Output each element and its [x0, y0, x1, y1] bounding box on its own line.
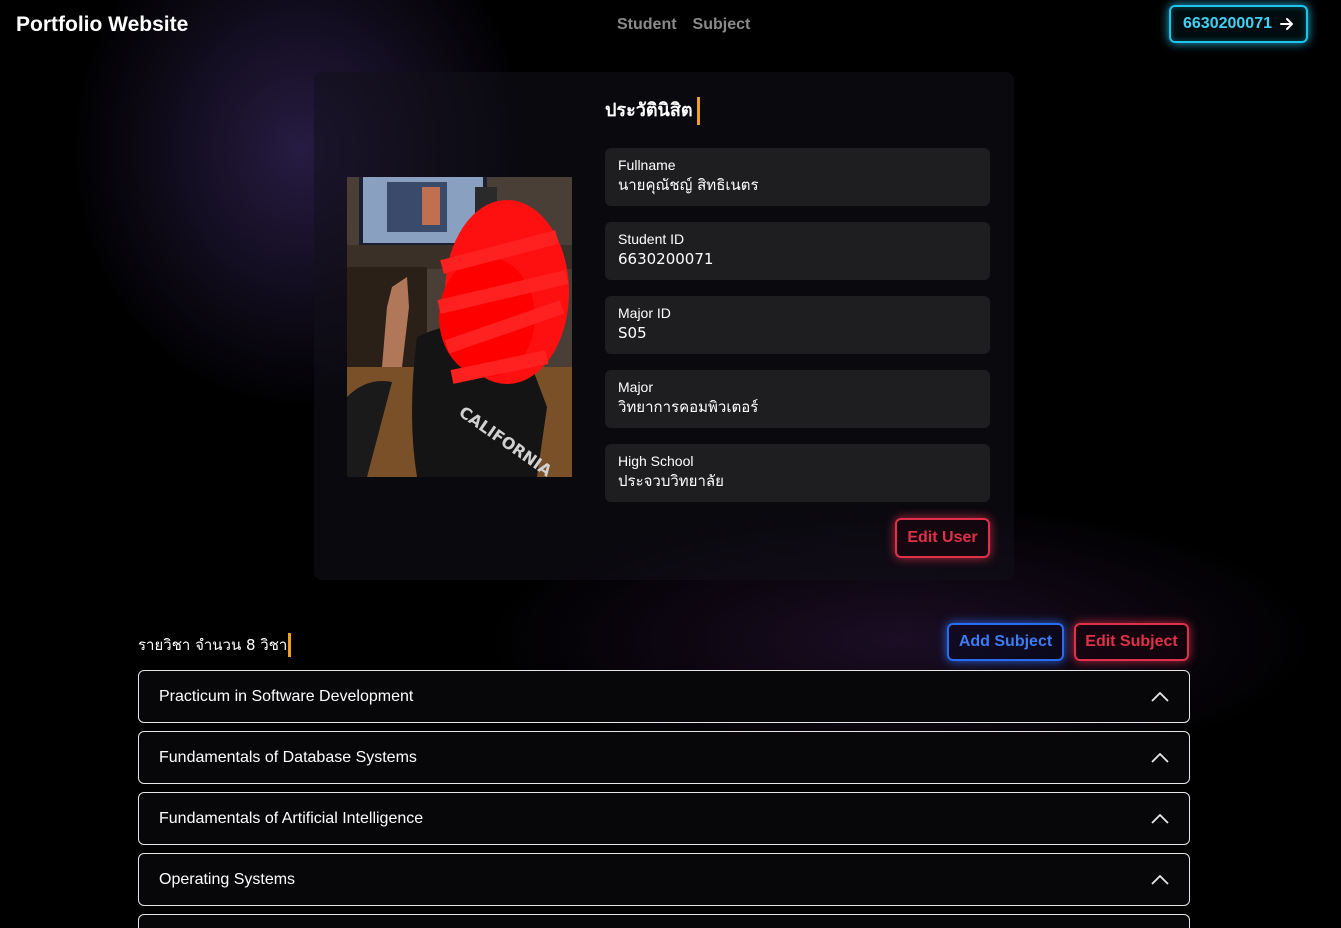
field-major-value: วิทยาการคอมพิวเตอร์: [618, 398, 759, 416]
field-fullname: Fullname นายคุณัชญ์ สิทธิเนตร: [605, 148, 990, 206]
chevron-up-icon[interactable]: [1151, 691, 1169, 702]
chevron-up-icon[interactable]: [1151, 813, 1169, 824]
subject-row[interactable]: Operating Systems: [138, 853, 1190, 906]
field-fullname-label: Fullname: [618, 157, 676, 173]
user-id-label: 6630200071: [1183, 15, 1272, 32]
field-major-id: Major ID S05: [605, 296, 990, 354]
field-student-id: Student ID 6630200071: [605, 222, 990, 280]
add-subject-button[interactable]: Add Subject: [947, 623, 1064, 661]
field-fullname-value: นายคุณัชญ์ สิทธิเนตร: [618, 176, 759, 194]
subject-row-partial[interactable]: [138, 914, 1190, 928]
subjects-title: รายวิชา จำนวน 8 วิชา: [138, 633, 292, 657]
brand-title[interactable]: Portfolio Website: [16, 13, 188, 37]
field-major-id-label: Major ID: [618, 305, 671, 321]
subject-name: Fundamentals of Artificial Intelligence: [159, 809, 424, 827]
field-major-id-value: S05: [618, 324, 647, 342]
field-major: Major วิทยาการคอมพิวเตอร์: [605, 370, 990, 428]
field-high-school: High School ประจวบวิทยาลัย: [605, 444, 990, 502]
profile-section-title: ประวัตินิสิต: [605, 97, 700, 125]
user-id-button[interactable]: 6630200071: [1169, 5, 1308, 43]
field-student-id-value: 6630200071: [618, 250, 714, 268]
edit-subject-button[interactable]: Edit Subject: [1074, 623, 1189, 661]
field-high-school-value: ประจวบวิทยาลัย: [618, 472, 724, 490]
nav-link-subject[interactable]: Subject: [693, 16, 751, 34]
edit-user-button[interactable]: Edit User: [895, 518, 990, 558]
page: Portfolio Website Student Subject 663020…: [0, 0, 1341, 928]
subject-row[interactable]: Fundamentals of Artificial Intelligence: [138, 792, 1190, 845]
subject-row[interactable]: Fundamentals of Database Systems: [138, 731, 1190, 784]
chevron-up-icon[interactable]: [1151, 752, 1169, 763]
nav-link-student[interactable]: Student: [617, 16, 677, 34]
field-high-school-label: High School: [618, 453, 694, 469]
subject-name: Operating Systems: [159, 870, 296, 888]
profile-photo: CALIFORNIA: [347, 177, 572, 477]
chevron-up-icon[interactable]: [1151, 874, 1169, 885]
field-student-id-label: Student ID: [618, 231, 685, 247]
subject-row[interactable]: Practicum in Software Development: [138, 670, 1190, 723]
nav-links: Student Subject: [617, 16, 750, 34]
arrow-right-icon: [1279, 18, 1293, 30]
subject-name: Fundamentals of Database Systems: [159, 748, 417, 766]
field-major-label: Major: [618, 379, 654, 395]
subject-name: Practicum in Software Development: [159, 687, 414, 705]
